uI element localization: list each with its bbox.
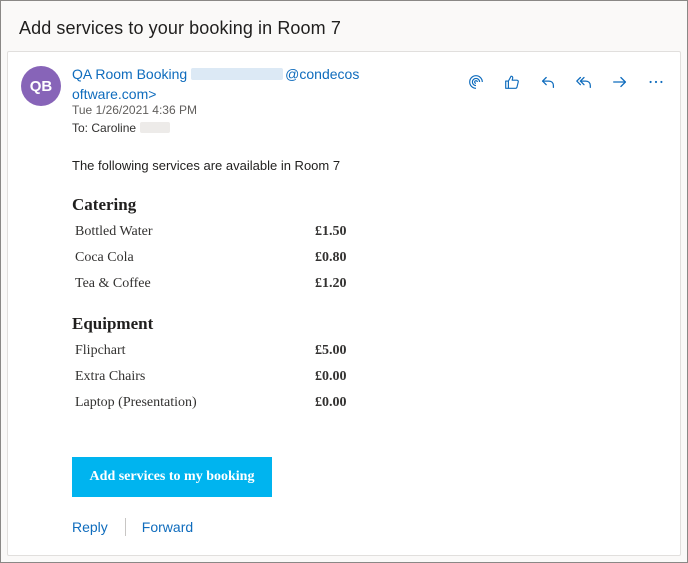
like-button[interactable] — [494, 70, 530, 94]
service-price: £0.00 — [315, 369, 347, 384]
service-row: Bottled Water £1.50 — [72, 219, 362, 245]
reply-all-icon — [576, 76, 591, 89]
equipment-table: Flipchart £5.00 Extra Chairs £0.00 Lapto… — [72, 338, 362, 416]
service-row: Extra Chairs £0.00 — [72, 364, 362, 390]
sender-avatar[interactable]: QB — [21, 66, 61, 106]
add-services-button[interactable]: Add services to my booking — [72, 457, 272, 497]
forward-button[interactable] — [602, 70, 638, 94]
redacted-surname — [140, 122, 171, 133]
reply-all-button[interactable] — [566, 70, 602, 94]
message-card: QB QA Room Booking @condecos oftware.com>… — [7, 51, 681, 556]
sender-name[interactable]: QA Room Booking — [72, 66, 187, 82]
message-footer: Reply Forward — [72, 518, 193, 536]
footer-divider — [124, 518, 126, 536]
intro-text: The following services are available in … — [72, 158, 341, 173]
service-price: £1.20 — [315, 276, 347, 291]
redacted-email — [191, 68, 284, 80]
to-label: To: — [72, 121, 89, 135]
more-icon — [649, 80, 663, 84]
service-name: Flipchart — [75, 343, 126, 358]
service-name: Bottled Water — [75, 224, 153, 239]
catering-table: Bottled Water £1.50 Coca Cola £0.80 Tea … — [72, 219, 362, 297]
reply-link[interactable]: Reply — [72, 519, 108, 535]
reply-icon — [541, 76, 555, 89]
service-price: £1.50 — [315, 224, 347, 239]
sender-email-domain[interactable]: @condecos — [285, 66, 359, 82]
service-name: Extra Chairs — [75, 369, 146, 384]
catering-title: Catering — [72, 195, 137, 214]
reading-pane: Add services to your booking in Room 7 Q… — [0, 0, 688, 563]
service-name: Tea & Coffee — [75, 276, 151, 291]
email-subject: Add services to your booking in Room 7 — [19, 18, 341, 38]
service-row: Coca Cola £0.80 — [72, 245, 362, 271]
sender-email-cont[interactable]: oftware.com> — [72, 86, 156, 102]
forward-icon — [613, 76, 627, 88]
equipment-title: Equipment — [72, 314, 154, 333]
service-price: £5.00 — [315, 343, 347, 358]
loop-icon — [469, 75, 483, 89]
like-icon — [505, 75, 519, 89]
message-date: Tue 1/26/2021 4:36 PM — [72, 103, 197, 117]
service-name: Laptop (Presentation) — [75, 395, 197, 410]
recipients: To: Caroline — [72, 121, 171, 135]
service-row: Tea & Coffee £1.20 — [72, 271, 362, 297]
service-price: £0.80 — [315, 250, 347, 265]
message-actions — [458, 70, 674, 94]
sender-info[interactable]: QA Room Booking @condecos oftware.com> — [72, 64, 372, 104]
service-row: Flipchart £5.00 — [72, 338, 362, 364]
more-actions-button[interactable] — [638, 70, 674, 94]
service-name: Coca Cola — [75, 250, 134, 265]
recipient-name[interactable]: Caroline — [91, 121, 136, 135]
service-row: Laptop (Presentation) £0.00 — [72, 390, 362, 416]
forward-link[interactable]: Forward — [142, 519, 193, 535]
service-price: £0.00 — [315, 395, 347, 410]
loop-button[interactable] — [458, 70, 494, 94]
reply-button[interactable] — [530, 70, 566, 94]
